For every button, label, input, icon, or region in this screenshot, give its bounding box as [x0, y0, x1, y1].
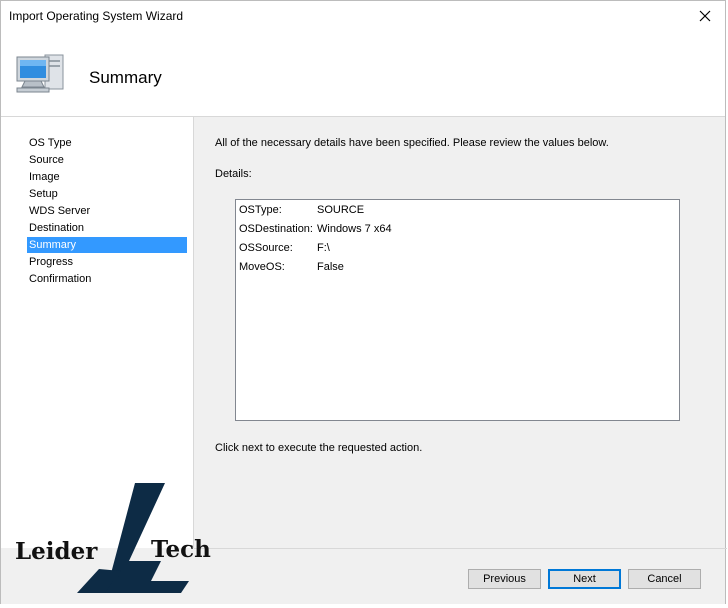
detail-key: OSSource: — [239, 242, 293, 254]
detail-value: F:\ — [317, 242, 330, 254]
detail-key: OSType: — [239, 204, 282, 216]
nav-item-image[interactable]: Image — [27, 169, 187, 185]
computer-icon — [16, 54, 64, 93]
nav-item-destination[interactable]: Destination — [27, 220, 187, 236]
nav-item-progress[interactable]: Progress — [27, 254, 187, 270]
wizard-window: Import Operating System Wizard Summary O… — [0, 0, 727, 606]
nav-item-confirmation[interactable]: Confirmation — [27, 271, 187, 287]
close-button[interactable] — [685, 1, 725, 31]
bottom-edge — [0, 604, 728, 608]
intro-text: All of the necessary details have been s… — [215, 137, 609, 149]
nav-item-setup[interactable]: Setup — [27, 186, 187, 202]
leidertech-watermark-logo: Leider Tech — [13, 481, 223, 596]
nav-item-wds-server[interactable]: WDS Server — [27, 203, 187, 219]
footer-separator — [194, 548, 727, 549]
previous-button[interactable]: Previous — [468, 569, 541, 589]
nav-item-os-type[interactable]: OS Type — [27, 135, 187, 151]
summary-content: All of the necessary details have been s… — [194, 117, 727, 548]
detail-value: False — [317, 261, 344, 273]
detail-value: SOURCE — [317, 204, 365, 216]
next-hint-text: Click next to execute the requested acti… — [215, 442, 423, 454]
nav-item-summary[interactable]: Summary — [27, 237, 187, 253]
detail-value: Windows 7 x64 — [317, 223, 392, 235]
cancel-button[interactable]: Cancel — [628, 569, 701, 589]
window-title: Import Operating System Wizard — [9, 9, 184, 23]
nav-item-source[interactable]: Source — [27, 152, 187, 168]
title-bar: Import Operating System Wizard — [1, 1, 725, 31]
detail-key: MoveOS: — [239, 261, 285, 273]
page-title: Summary — [89, 68, 162, 87]
detail-key: OSDestination: — [239, 223, 313, 235]
details-label: Details: — [215, 168, 252, 180]
close-icon — [699, 10, 711, 22]
logo-word-right: Tech — [151, 536, 211, 563]
next-button[interactable]: Next — [548, 569, 621, 589]
details-box[interactable]: OSType: SOURCE OSDestination: Windows 7 … — [235, 199, 680, 421]
logo-word-left: Leider — [15, 538, 98, 565]
wizard-header: Summary — [1, 31, 725, 117]
